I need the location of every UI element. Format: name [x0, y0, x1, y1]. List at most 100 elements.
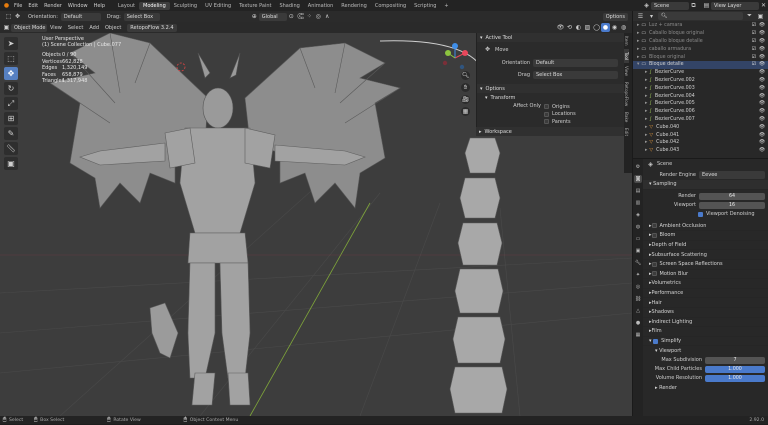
blender-logo-icon[interactable]: ● — [2, 1, 11, 10]
section-ambient-occlusion[interactable]: ▸ Ambient Occlusion — [643, 222, 768, 232]
affect-origins[interactable]: Origins — [544, 103, 576, 111]
expand-arrow-icon[interactable]: ▸ — [645, 125, 647, 130]
properties-tab-physics-icon[interactable]: ◎ — [634, 283, 642, 291]
measure-tool-icon[interactable]: 📏︎ — [4, 142, 18, 155]
retopoflow-button[interactable]: RetopoFlow 3.2.4 — [127, 23, 177, 32]
section-bloom[interactable]: ▸ Bloom — [643, 231, 768, 241]
annotate-tool-icon[interactable]: ✎ — [4, 127, 18, 140]
render-samples-field[interactable]: 64 — [699, 192, 765, 200]
display-mode-icon[interactable]: ▾ — [647, 12, 656, 21]
visibility-eye-icon[interactable]: 👁︎ — [759, 55, 765, 60]
sampling-header[interactable]: ▾ Sampling — [643, 180, 768, 190]
transform-subheader[interactable]: ▾ Transform — [477, 93, 624, 102]
pan-hand-icon[interactable]: ✋︎ — [461, 83, 470, 92]
new-scene-icon[interactable]: ⧉ — [689, 1, 698, 10]
3d-viewport[interactable]: User Perspective (1) Scene Collection | … — [0, 33, 632, 416]
sidebar-tab-bake[interactable]: Bake — [624, 109, 629, 125]
affect-checkbox[interactable] — [544, 111, 549, 117]
viewport-menu-select[interactable]: Select — [65, 25, 86, 31]
exclude-checkbox-icon[interactable]: ☑ — [752, 55, 756, 60]
outliner-row[interactable]: ▸ ▭ Luz + camara ☑ 👁︎ — [633, 22, 768, 30]
workspace-tab-shading[interactable]: Shading — [275, 2, 303, 10]
visibility-eye-icon[interactable]: 👁︎ — [759, 70, 765, 75]
outliner-row[interactable]: ▸ ∫ BezierCurve.005 👁︎ — [633, 100, 768, 108]
transform-orientation-dropdown[interactable]: Global — [258, 12, 287, 21]
xray-icon[interactable]: ▨ — [583, 23, 592, 32]
perspective-toggle-icon[interactable]: ▦ — [461, 107, 470, 116]
outliner-row[interactable]: ▸ ∫ BezierCurve.002 👁︎ — [633, 77, 768, 85]
workspace-tab-scripting[interactable]: Scripting — [410, 2, 440, 10]
exclude-checkbox-icon[interactable]: ☑ — [752, 39, 756, 44]
section-screen-space-reflections[interactable]: ▸ Screen Space Reflections — [643, 260, 768, 270]
view-object-types-icon[interactable]: 👁︎ — [556, 23, 565, 32]
render-engine-dropdown[interactable]: Eevee — [699, 170, 765, 179]
section-motion-blur[interactable]: ▸ Motion Blur — [643, 270, 768, 280]
navigation-gizmo[interactable] — [440, 43, 470, 73]
exclude-checkbox-icon[interactable]: ☑ — [752, 62, 756, 67]
menu-window[interactable]: Window — [65, 3, 91, 9]
properties-tab-tool-icon[interactable]: ⚙ — [634, 163, 642, 171]
rotate-tool-icon[interactable]: ↻ — [4, 82, 18, 95]
max-child-particles-field[interactable]: 1.000 — [705, 365, 765, 373]
outliner-row[interactable]: ▸ ∫ BezierCurve 👁︎ — [633, 69, 768, 77]
properties-tab-view-layer-icon[interactable]: ▥ — [634, 199, 642, 207]
simplify-header[interactable]: ▾ Simplify — [643, 337, 768, 347]
section-hair[interactable]: ▸ Hair — [643, 298, 768, 308]
viewport-samples-field[interactable]: 16 — [699, 201, 765, 209]
properties-tab-texture-icon[interactable]: ▦ — [634, 331, 642, 339]
visibility-eye-icon[interactable]: 👁︎ — [759, 23, 765, 28]
section-checkbox[interactable] — [651, 271, 657, 277]
close-view-layer-icon[interactable]: ✕ — [759, 1, 768, 10]
pivot-icon[interactable]: ⊙ — [287, 12, 296, 21]
outliner-row[interactable]: ▸ ▭ Caballo bloque original ☑ 👁︎ — [633, 30, 768, 38]
properties-tab-collection-icon[interactable]: ▭ — [634, 235, 642, 243]
active-tool-row[interactable]: ✥ Move — [477, 42, 624, 57]
workspace-tab-texture-paint[interactable]: Texture Paint — [235, 2, 275, 10]
visibility-eye-icon[interactable]: 👁︎ — [759, 117, 765, 122]
properties-tab-constraints-icon[interactable]: ⛓ — [634, 295, 642, 303]
expand-arrow-icon[interactable]: ▸ — [637, 31, 639, 36]
add-cube-tool-icon[interactable]: ▣ — [4, 157, 18, 170]
menu-help[interactable]: Help — [91, 3, 108, 9]
wireframe-shading-icon[interactable]: ◯ — [592, 23, 601, 32]
outliner-search[interactable]: 🔍︎ — [658, 12, 743, 20]
max-subdivision-field[interactable]: 7 — [705, 356, 765, 364]
properties-tab-modifiers-icon[interactable]: 🔧︎ — [634, 259, 642, 267]
section-checkbox[interactable] — [651, 223, 657, 229]
gizmo-icon[interactable]: ⟲ — [565, 23, 574, 32]
workspace-tab-rendering[interactable]: Rendering — [337, 2, 371, 10]
active-tool-header[interactable]: ▾ Active Tool — [477, 33, 624, 42]
expand-arrow-icon[interactable]: ▸ — [645, 101, 647, 106]
simplify-render-header[interactable]: ▸ Render — [643, 383, 768, 393]
outliner-row[interactable]: ▸ ▽ Cube.040 👁︎ — [633, 123, 768, 131]
mode-dropdown[interactable]: Object Mode — [11, 23, 47, 32]
workspace-tab-modeling[interactable]: Modeling — [139, 1, 170, 10]
n-orientation-dropdown[interactable]: Default — [533, 59, 618, 67]
expand-arrow-icon[interactable]: ▸ — [645, 70, 647, 75]
scene-icon[interactable]: ◈ — [642, 1, 651, 10]
drag-dropdown[interactable]: Select Box — [123, 12, 160, 21]
expand-arrow-icon[interactable]: ▸ — [645, 148, 647, 153]
expand-arrow-icon[interactable]: ▸ — [645, 94, 647, 99]
section-depth-of-field[interactable]: ▸ Depth of Field — [643, 241, 768, 251]
sidebar-tab-tool[interactable]: Tool — [624, 48, 629, 63]
visibility-eye-icon[interactable]: 👁︎ — [759, 101, 765, 106]
options-header[interactable]: ▾ Options — [477, 84, 624, 93]
outliner-row[interactable]: ▸ ▽ Cube.043 👁︎ — [633, 147, 768, 155]
rendered-shading-icon[interactable]: ◍ — [619, 23, 628, 32]
volume-resolution-field[interactable]: 1.000 — [705, 374, 765, 382]
sidebar-tab-view[interactable]: View — [624, 63, 629, 79]
visibility-eye-icon[interactable]: 👁︎ — [759, 78, 765, 83]
properties-tab-object-icon[interactable]: ▣ — [634, 247, 642, 255]
outliner-row[interactable]: ▸ ▽ Cube.042 👁︎ — [633, 139, 768, 147]
cursor-tool-icon[interactable]: ➤ — [4, 37, 18, 50]
expand-arrow-icon[interactable]: ▸ — [645, 140, 647, 145]
select-mode-icon[interactable]: ⬚ — [4, 12, 13, 21]
properties-tab-render-icon[interactable]: ◙ — [634, 175, 642, 183]
expand-arrow-icon[interactable]: ▸ — [637, 23, 639, 28]
snap-icon[interactable]: 🧲︎ — [296, 12, 305, 21]
transform-tool-icon[interactable]: ⊞ — [4, 112, 18, 125]
select-box-tool-icon[interactable]: ⬚ — [4, 52, 18, 65]
expand-arrow-icon[interactable]: ▸ — [637, 39, 639, 44]
camera-view-icon[interactable]: 🎥︎ — [461, 95, 470, 104]
